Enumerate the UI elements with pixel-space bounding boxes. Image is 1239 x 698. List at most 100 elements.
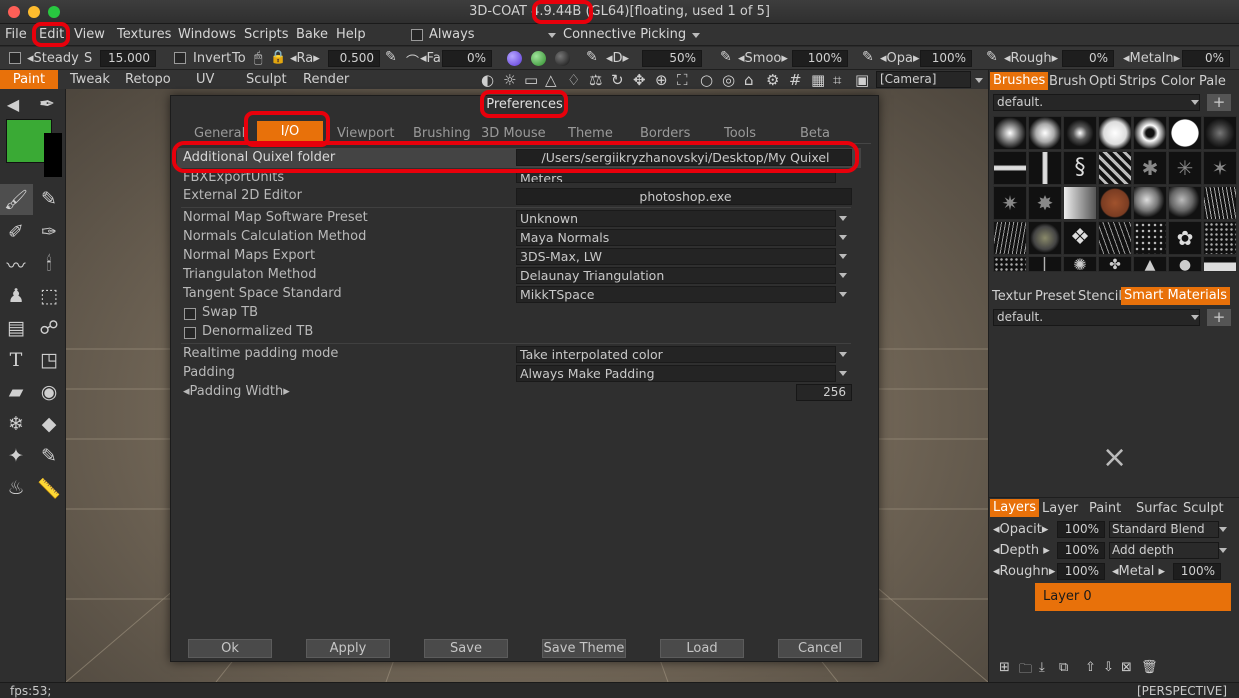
secondary-color-swatch[interactable] [44, 133, 62, 177]
load-button[interactable]: Load [660, 639, 744, 658]
tools-icon[interactable]: ⚙ [766, 71, 779, 89]
transform-icon[interactable]: ◳ [36, 347, 62, 373]
fit-icon[interactable]: ⛶ [677, 71, 688, 89]
always-dropdown-icon[interactable] [548, 33, 556, 38]
fill-icon[interactable]: 🕯 [36, 251, 62, 277]
frame-icon[interactable]: ▭ [524, 71, 538, 89]
nm-preset-dropdown-icon[interactable] [839, 216, 847, 221]
tab-brushing[interactable]: Brushing [413, 126, 471, 141]
brush-thumb[interactable] [1028, 116, 1062, 150]
room-paint-tab[interactable]: Paint [0, 70, 58, 89]
move-icon[interactable]: ✥ [633, 71, 646, 89]
depth-mode-select[interactable]: Add depth [1109, 542, 1219, 559]
select-icon[interactable]: ⬚ [36, 283, 62, 309]
blend-dropdown-icon[interactable] [1219, 527, 1227, 532]
depth-value-field[interactable]: 100% [1057, 542, 1105, 559]
move-down-icon[interactable]: ⇩ [1103, 660, 1114, 675]
d-value-field[interactable]: 50% [642, 50, 702, 67]
rotate-icon[interactable]: ↻ [611, 71, 624, 89]
steady-checkbox[interactable] [9, 52, 21, 64]
pen-icon[interactable]: ✒ [34, 91, 60, 117]
merge-down-icon[interactable]: ⤓ [1039, 660, 1045, 675]
smoo-value-field[interactable]: 100% [792, 50, 848, 67]
eyedropper-icon[interactable]: ✎ [36, 443, 62, 469]
lock-icon[interactable]: 🔒 [270, 50, 286, 65]
blend-mode-select[interactable]: Standard Blend [1109, 521, 1219, 538]
tab-io[interactable]: I/O [257, 121, 323, 143]
room-retopo-tab[interactable]: Retopo [125, 72, 171, 87]
home-icon[interactable]: ⌂ [744, 71, 754, 89]
brush-thumb[interactable] [1133, 221, 1167, 255]
materials-dropdown-icon[interactable] [1191, 315, 1199, 320]
brush-thumb[interactable] [993, 221, 1027, 255]
smart-materials-tab[interactable]: Smart Materials [1121, 287, 1231, 305]
fbx-units-select[interactable]: Meters [516, 170, 836, 183]
duplicate-icon[interactable]: ⧉ [1059, 660, 1068, 675]
tab-borders[interactable]: Borders [640, 126, 690, 141]
opti-tab[interactable]: Opti [1089, 74, 1116, 89]
quixel-folder-field[interactable]: /Users/sergiikryzhanovskyi/Desktop/My Qu… [516, 149, 852, 166]
connective-picking-button[interactable]: Connective Picking [563, 27, 686, 42]
brush-thumb[interactable] [1203, 116, 1237, 150]
color-sphere-icon[interactable] [531, 51, 546, 66]
iron-icon[interactable]: ♨ [3, 475, 29, 501]
brush-thumb[interactable] [1028, 256, 1062, 272]
tab-3d-mouse[interactable]: 3D Mouse [481, 126, 546, 141]
rough-value-field[interactable]: 0% [1062, 50, 1114, 67]
brush-thumb[interactable] [1133, 116, 1167, 150]
tangent-space-dropdown-icon[interactable] [839, 292, 847, 297]
materials-preset-select[interactable]: default. [993, 309, 1200, 326]
pencil-icon[interactable]: ✎ [586, 49, 598, 65]
camera-dropdown-icon[interactable] [975, 78, 983, 83]
nme-select[interactable]: 3DS-Max, LW [516, 248, 836, 265]
brush-thumb[interactable] [1098, 116, 1132, 150]
tab-tools[interactable]: Tools [724, 126, 756, 141]
shading-icon[interactable]: ◐ [481, 71, 494, 89]
roughness-value-field[interactable]: 100% [1057, 563, 1105, 580]
depth-dropdown-icon[interactable] [1219, 548, 1227, 553]
fill-brush-icon[interactable]: ✑ [36, 219, 62, 245]
zoom-icon[interactable]: ⊕ [655, 71, 668, 89]
new-folder-icon[interactable]: 🗀 [1019, 660, 1032, 682]
ruler-icon[interactable]: 📏 [36, 475, 62, 501]
brush-thumb[interactable] [1028, 151, 1062, 185]
eraser-icon[interactable]: ▰ [3, 379, 29, 405]
camera-select[interactable]: [Camera] [876, 71, 971, 88]
specular-sphere-icon[interactable] [507, 51, 522, 66]
bracket-icon[interactable]: ⌗ [833, 71, 841, 89]
brush-thumb[interactable] [993, 151, 1027, 185]
brush-thumb[interactable]: ✱ [1133, 151, 1167, 185]
brush-thumb[interactable] [1203, 256, 1237, 272]
realtime-padding-dropdown-icon[interactable] [839, 352, 847, 357]
padding-dropdown-icon[interactable] [839, 371, 847, 376]
menu-textures[interactable]: Textures [117, 27, 171, 42]
close-icon[interactable]: × [1102, 440, 1127, 475]
surface-tab[interactable]: Surfac [1136, 501, 1178, 516]
color-tab[interactable]: Color [1161, 74, 1195, 89]
document-icon[interactable]: ▤ [3, 315, 29, 341]
brush-thumb[interactable] [993, 256, 1027, 272]
scale-icon[interactable]: ⚖ [589, 71, 602, 89]
triangulation-select[interactable]: Delaunay Triangulation [516, 267, 836, 284]
paint-tab[interactable]: Paint [1089, 501, 1121, 516]
brush-thumb[interactable]: ✳ [1168, 151, 1202, 185]
screenshot-icon[interactable]: ▣ [855, 71, 869, 89]
s-value-field[interactable]: 15.000 [100, 50, 156, 67]
brush-thumb[interactable] [1098, 151, 1132, 185]
brush-thumb[interactable] [1203, 186, 1237, 220]
brush-thumb[interactable]: ✤ [1098, 256, 1132, 272]
menu-bake[interactable]: Bake [296, 27, 328, 42]
realtime-padding-select[interactable]: Take interpolated color [516, 346, 836, 363]
ncm-select[interactable]: Maya Normals [516, 229, 836, 246]
trash-icon[interactable]: 🗑 [1141, 660, 1158, 675]
circle-icon[interactable]: ○ [700, 71, 713, 89]
light-icon[interactable]: ☼ [503, 71, 516, 89]
target-icon[interactable]: ◎ [722, 71, 735, 89]
textures-tab[interactable]: Textur [992, 289, 1032, 304]
brush-thumb[interactable] [1133, 186, 1167, 220]
magic-wand-icon[interactable]: ✦ [3, 443, 29, 469]
menu-file[interactable]: File [5, 27, 27, 42]
snowflake-icon[interactable]: ❄ [3, 411, 29, 437]
nme-dropdown-icon[interactable] [839, 254, 847, 259]
strips-tab[interactable]: Strips [1119, 74, 1156, 89]
